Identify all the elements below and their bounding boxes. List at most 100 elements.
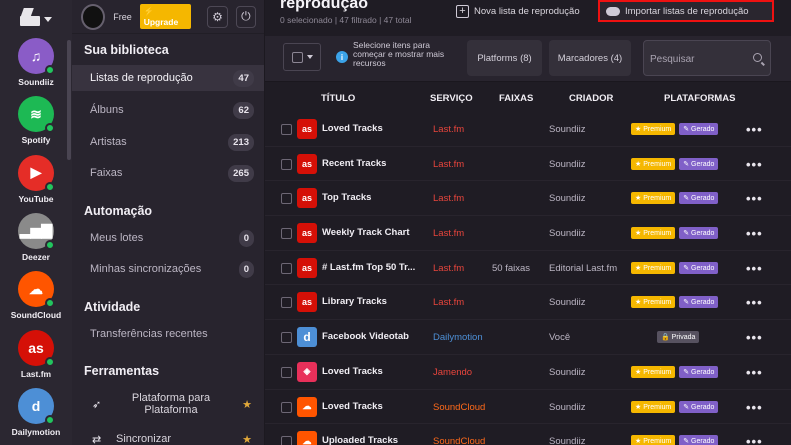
rail-service-lastfm[interactable]: as Last.fm: [0, 329, 72, 388]
badge-gerado: ✎ Gerado: [679, 123, 719, 135]
playlist-title[interactable]: Facebook Videotab: [322, 331, 422, 342]
selection-stats: 0 selecionado | 47 filtrado | 47 total: [280, 15, 412, 25]
service-glyph-icon: ▶: [30, 164, 42, 181]
more-options-icon[interactable]: •••: [746, 122, 763, 137]
playlist-title[interactable]: Library Tracks: [322, 296, 422, 307]
select-all-dropdown[interactable]: [283, 43, 321, 71]
column-header-creator[interactable]: CRIADOR: [569, 93, 613, 104]
more-options-icon[interactable]: •••: [746, 261, 763, 276]
more-options-icon[interactable]: •••: [746, 191, 763, 206]
table-row[interactable]: d Facebook Videotab Dailymotion Você 🔒 Priva…: [265, 320, 791, 355]
playlist-creator: Você: [549, 332, 571, 344]
search-input[interactable]: [650, 51, 746, 67]
service-rail: ♫ Soundiiz ≋ Spotify ▶ YouTube ▂▅▇ Deezer ☁ Sound…: [0, 0, 72, 445]
upgrade-button[interactable]: ⚡ Upgrade: [139, 4, 192, 29]
select-all-checkbox[interactable]: [291, 51, 303, 63]
more-options-icon[interactable]: •••: [746, 365, 763, 380]
app-window: ♫ Soundiiz ≋ Spotify ▶ YouTube ▂▅▇ Deezer ☁ Sound…: [0, 0, 791, 445]
power-icon: ⏻: [241, 9, 251, 23]
more-options-icon[interactable]: •••: [746, 157, 763, 172]
row-checkbox[interactable]: [281, 401, 292, 413]
more-options-icon[interactable]: •••: [746, 226, 763, 241]
row-checkbox[interactable]: [281, 436, 292, 445]
sidebar-item-platform-to-platform[interactable]: ➶ Plataforma para Plataforma ★: [72, 388, 264, 420]
connected-status-icon: [45, 356, 55, 367]
sidebar-item-playlists[interactable]: Listas de reprodução 47: [72, 65, 264, 91]
row-checkbox[interactable]: [281, 332, 292, 344]
table-row[interactable]: as Recent Tracks Last.fm Soundiiz ★ Premium ✎…: [265, 147, 791, 182]
rail-service-spotify[interactable]: ≋ Spotify: [0, 96, 72, 154]
sidebar-item-batches[interactable]: Meus lotes 0: [72, 225, 264, 251]
rail-service-soundiiz[interactable]: ♫ Soundiiz: [0, 38, 72, 96]
settings-button[interactable]: ⚙: [207, 5, 228, 28]
tags-filter-button[interactable]: Marcadores (4): [549, 40, 631, 76]
playlist-title[interactable]: Loved Tracks: [322, 123, 422, 134]
sidebar-item-recent-transfers[interactable]: Transferências recentes: [72, 321, 264, 347]
playlist-creator: Soundiiz: [549, 158, 586, 170]
playlist-title[interactable]: Top Tracks: [322, 192, 422, 203]
column-header-platforms[interactable]: PLATAFORMAS: [664, 93, 735, 104]
platforms-filter-button[interactable]: Platforms (8): [467, 40, 542, 76]
more-options-icon[interactable]: •••: [746, 400, 763, 415]
playlist-service: Dailymotion: [433, 332, 483, 344]
search-box: [643, 40, 771, 76]
avatar[interactable]: [81, 3, 106, 30]
more-options-icon[interactable]: •••: [746, 295, 763, 310]
rail-service-deezer[interactable]: ▂▅▇ Deezer: [0, 212, 72, 271]
playlist-title[interactable]: # Last.fm Top 50 Tr...: [322, 262, 422, 273]
logout-button[interactable]: ⏻: [235, 5, 256, 28]
table-row[interactable]: as Top Tracks Last.fm Soundiiz ★ Premium ✎ Ge…: [265, 181, 791, 217]
new-playlist-button[interactable]: + Nova lista de reprodução: [450, 0, 586, 22]
playlist-title[interactable]: Weekly Track Chart: [322, 227, 422, 238]
table-row[interactable]: as Library Tracks Last.fm Soundiiz ★ Premium…: [265, 285, 791, 321]
sidebar-item-albums[interactable]: Álbuns 62: [72, 97, 264, 123]
table-row[interactable]: ☁ Loved Tracks SoundCloud Soundiiz ★ Premium…: [265, 390, 791, 425]
sidebar-item-tracks[interactable]: Faixas 265: [72, 160, 264, 186]
playlist-cover-icon: as: [297, 223, 317, 244]
table-row[interactable]: ☁ Uploaded Tracks SoundCloud Soundiiz ★ Prem…: [265, 424, 791, 445]
star-icon: ★: [242, 433, 252, 445]
more-options-icon[interactable]: •••: [746, 330, 763, 345]
column-header-tracks[interactable]: FAIXAS: [499, 93, 533, 104]
table-row[interactable]: as Weekly Track Chart Last.fm Soundiiz ★ Pre…: [265, 216, 791, 251]
count-badge: 0: [238, 229, 254, 247]
sidebar-item-artists[interactable]: Artistas 213: [72, 129, 264, 155]
more-options-icon[interactable]: •••: [746, 434, 763, 445]
platform-badges: ★ Premium ✎ Gerado: [631, 192, 719, 205]
row-checkbox[interactable]: [281, 297, 292, 309]
sidebar-item-label: Álbuns: [90, 104, 124, 116]
row-checkbox[interactable]: [281, 193, 292, 205]
table-row[interactable]: ◈ Loved Tracks Jamendo Soundiiz ★ Premium ✎ G…: [265, 355, 791, 390]
sidebar-item-sync[interactable]: ⇄ Sincronizar ★: [72, 426, 264, 445]
rail-service-soundcloud[interactable]: ☁ SoundCloud: [0, 271, 72, 329]
sidebar-item-label: Sincronizar: [116, 433, 172, 445]
table-row[interactable]: as # Last.fm Top 50 Tr... Last.fm 50 faixas…: [265, 251, 791, 286]
soundiiz-logo-icon: [20, 8, 40, 26]
rail-service-youtube[interactable]: ▶ YouTube: [0, 154, 72, 213]
row-checkbox[interactable]: [281, 366, 292, 378]
search-icon[interactable]: [753, 53, 762, 62]
sidebar-item-syncs[interactable]: Minhas sincronizações 0: [72, 256, 264, 282]
playlist-cover-icon: ◈: [297, 361, 317, 382]
column-header-title[interactable]: TÍTULO: [321, 93, 355, 104]
row-checkbox[interactable]: [281, 158, 292, 170]
sidebar-item-label: Listas de reprodução: [90, 72, 193, 84]
table-row[interactable]: as Loved Tracks Last.fm Soundiiz ★ Premium ✎ …: [265, 112, 791, 147]
row-checkbox[interactable]: [281, 124, 292, 135]
sync-icon: ⇄: [92, 433, 102, 445]
import-playlists-button[interactable]: Importar listas de reprodução: [598, 0, 774, 22]
badge-premium: ★ Premium: [631, 435, 676, 445]
app-menu-button[interactable]: [0, 0, 72, 34]
badge-privada: 🔒 Privada: [657, 331, 700, 344]
row-checkbox[interactable]: [281, 228, 292, 240]
playlist-creator: Soundiiz: [549, 401, 586, 413]
row-checkbox[interactable]: [281, 262, 292, 274]
rail-service-dailymotion[interactable]: d Dailymotion: [0, 387, 72, 445]
column-header-service[interactable]: SERVIÇO: [430, 93, 473, 104]
playlist-title[interactable]: Loved Tracks: [322, 366, 422, 377]
selection-hint: Selecione itens para começar e mostrar m…: [353, 40, 445, 68]
playlist-cover-icon: d: [297, 327, 317, 348]
playlist-title[interactable]: Uploaded Tracks: [322, 435, 422, 445]
playlist-title[interactable]: Recent Tracks: [322, 158, 422, 169]
playlist-title[interactable]: Loved Tracks: [322, 401, 422, 412]
